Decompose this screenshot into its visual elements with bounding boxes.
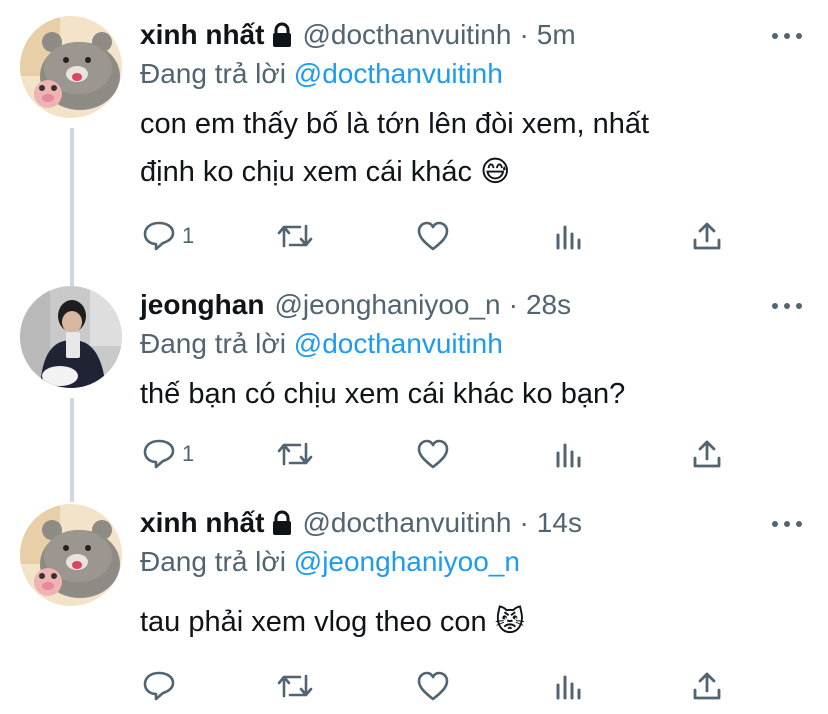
tweet-text-line: định ko chịu xem cái khác (140, 156, 473, 188)
like-icon (417, 221, 449, 251)
reply-icon (143, 439, 175, 469)
reply-count: 1 (182, 441, 195, 466)
reply-prefix: Đang trả lời (140, 546, 286, 577)
avatar[interactable] (20, 504, 122, 606)
reply-prefix: Đang trả lời (140, 58, 286, 89)
share-button[interactable] (692, 434, 722, 474)
separator: · (519, 19, 529, 50)
reply-icon (143, 671, 175, 701)
avatar[interactable] (20, 16, 122, 118)
display-name[interactable]: xinh nhất (140, 507, 264, 539)
views-button[interactable] (554, 216, 584, 256)
tweet-header: jeonghan @jeonghaniyoo_n · 28s (140, 285, 571, 325)
tweet-text: con em thấy bố là tớn lên đòi xem, nhất … (140, 100, 649, 196)
tweet-text: tau phải xem vlog theo con 😾 (140, 598, 525, 646)
reply-prefix: Đang trả lời (140, 328, 286, 359)
lock-icon (273, 22, 292, 47)
retweet-icon (277, 442, 313, 466)
views-button[interactable] (554, 666, 584, 706)
like-button[interactable] (416, 216, 450, 256)
action-bar (140, 666, 760, 706)
retweet-button[interactable] (276, 216, 314, 256)
timestamp[interactable]: 5m (537, 19, 576, 51)
action-bar: 1 (140, 434, 760, 474)
like-button[interactable] (416, 434, 450, 474)
retweet-icon (277, 224, 313, 248)
more-icon[interactable] (772, 30, 802, 42)
retweet-icon (277, 674, 313, 698)
more-icon[interactable] (772, 518, 802, 530)
tweet-text-line: con em thấy bố là tớn lên đòi xem, nhất (140, 108, 650, 140)
tweet-text-line: thế bạn có chịu xem cái khác ko bạn? (140, 378, 626, 410)
more-icon[interactable] (772, 300, 802, 312)
reply-button[interactable]: 1 (142, 434, 194, 474)
reply-button[interactable]: 1 (142, 216, 194, 256)
display-name[interactable]: jeonghan (140, 289, 264, 321)
views-icon (556, 225, 581, 250)
like-button[interactable] (416, 666, 450, 706)
tweet[interactable]: xinh nhất @docthanvuitinh · 14s Đang trả… (0, 488, 828, 714)
lock-icon (273, 510, 292, 535)
share-button[interactable] (692, 666, 722, 706)
user-handle[interactable]: @docthanvuitinh (302, 507, 511, 539)
user-handle[interactable]: @jeonghaniyoo_n (274, 289, 500, 321)
action-bar: 1 (140, 216, 760, 256)
person-photo-avatar-icon (20, 286, 122, 388)
bear-avatar-icon (20, 504, 122, 606)
tweet-text-line: tau phải xem vlog theo con (140, 606, 487, 638)
share-icon (693, 672, 721, 700)
bear-avatar-icon (20, 16, 122, 118)
separator: · (508, 289, 518, 320)
emoji: 😅 (480, 156, 511, 188)
share-button[interactable] (692, 216, 722, 256)
user-handle[interactable]: @docthanvuitinh (302, 19, 511, 51)
replying-to: Đang trả lời @docthanvuitinh (140, 58, 503, 90)
emoji: 😾 (494, 606, 525, 638)
like-icon (417, 439, 449, 469)
replying-to: Đang trả lời @docthanvuitinh (140, 328, 503, 360)
display-name[interactable]: xinh nhất (140, 19, 264, 51)
replying-to: Đang trả lời @jeonghaniyoo_n (140, 546, 520, 578)
tweet-header: xinh nhất @docthanvuitinh · 5m (140, 15, 576, 55)
reply-count: 1 (182, 223, 195, 248)
views-icon (556, 443, 581, 468)
tweet[interactable]: jeonghan @jeonghaniyoo_n · 28s Đang trả … (0, 270, 828, 492)
retweet-button[interactable] (276, 666, 314, 706)
tweet[interactable]: xinh nhất @docthanvuitinh · 5m Đang trả … (0, 0, 828, 270)
reply-mention-link[interactable]: @docthanvuitinh (294, 328, 503, 359)
timestamp[interactable]: 28s (526, 289, 571, 321)
reply-mention-link[interactable]: @jeonghaniyoo_n (294, 546, 520, 577)
timestamp[interactable]: 14s (537, 507, 582, 539)
avatar[interactable] (20, 286, 122, 388)
share-icon (693, 222, 721, 250)
views-button[interactable] (554, 434, 584, 474)
retweet-button[interactable] (276, 434, 314, 474)
tweet-header: xinh nhất @docthanvuitinh · 14s (140, 503, 582, 543)
tweet-text: thế bạn có chịu xem cái khác ko bạn? (140, 370, 625, 418)
views-icon (556, 675, 581, 700)
like-icon (417, 671, 449, 701)
reply-icon (143, 221, 175, 251)
share-icon (693, 440, 721, 468)
reply-mention-link[interactable]: @docthanvuitinh (294, 58, 503, 89)
separator: · (519, 507, 529, 538)
reply-button[interactable] (142, 666, 182, 706)
